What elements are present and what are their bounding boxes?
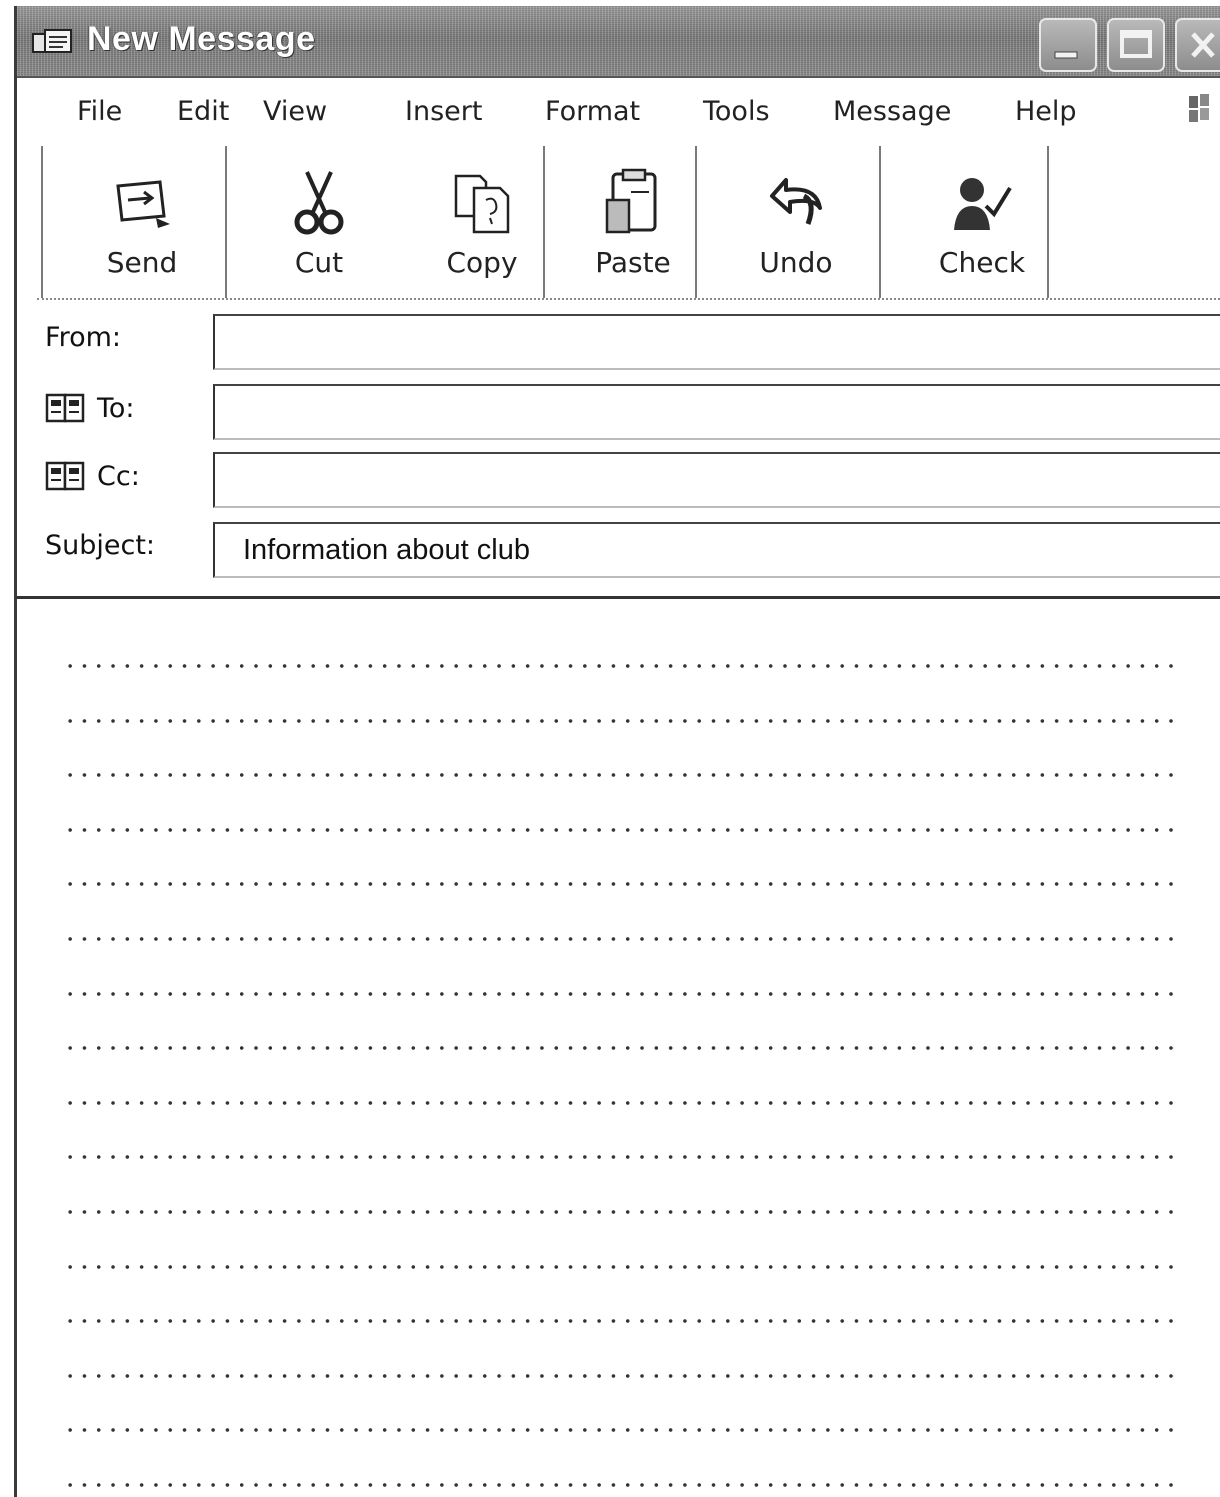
message-window: New Message File Edit View Insert Format… [14, 6, 1220, 1497]
copy-button[interactable]: Copy [407, 136, 557, 298]
dotted-writing-line [63, 1373, 1173, 1378]
paste-icon [605, 168, 657, 234]
undo-icon [770, 178, 822, 225]
cc-row: Cc: [37, 450, 1220, 510]
from-row: From: [37, 312, 1220, 372]
to-row: To: [37, 382, 1220, 442]
menu-format[interactable]: Format [545, 96, 640, 127]
dotted-writing-line [63, 664, 1173, 668]
menu-help[interactable]: Help [1015, 96, 1077, 127]
menu-message[interactable]: Message [833, 96, 951, 127]
from-field[interactable] [213, 314, 1220, 370]
menu-file[interactable]: File [77, 96, 122, 127]
maximize-icon [1120, 30, 1152, 58]
minimize-icon [1054, 51, 1078, 59]
minimize-button[interactable] [1039, 18, 1097, 72]
dotted-writing-line [63, 991, 1173, 996]
toolbar-separator [879, 146, 881, 298]
toolbar-separator [41, 146, 43, 298]
dotted-writing-line [63, 1155, 1173, 1160]
dotted-writing-line [63, 773, 1173, 778]
cc-label: Cc: [97, 460, 140, 492]
cut-label: Cut [294, 246, 344, 279]
toolbar-separator [543, 146, 545, 298]
copy-icon [454, 174, 510, 234]
window-title: New Message [87, 20, 316, 58]
menu-bar: File Edit View Insert Format Tools Messa… [17, 78, 1220, 142]
maximize-button[interactable] [1107, 18, 1165, 72]
to-label: To: [97, 392, 135, 424]
dotted-writing-line [63, 937, 1173, 941]
menu-insert[interactable]: Insert [405, 96, 482, 127]
dotted-writing-line [63, 1210, 1173, 1214]
paste-label: Paste [595, 246, 671, 279]
new-message-icon [32, 29, 72, 53]
dotted-writing-line [63, 1483, 1173, 1487]
send-icon [116, 180, 170, 228]
cc-field[interactable] [213, 452, 1220, 508]
send-label: Send [106, 246, 178, 279]
to-address-book-button[interactable]: To: [45, 392, 135, 424]
subject-row: Subject: Information about club [37, 520, 1220, 580]
toolbar-separator [695, 146, 697, 298]
menu-tools[interactable]: Tools [703, 96, 770, 127]
subject-label: Subject: [45, 530, 156, 561]
close-icon [1191, 32, 1215, 58]
menu-view[interactable]: View [263, 96, 327, 127]
from-label: From: [45, 322, 121, 353]
dotted-writing-line [63, 718, 1173, 723]
close-button[interactable] [1175, 18, 1220, 72]
menu-edit[interactable]: Edit [177, 96, 229, 127]
address-book-icon [45, 461, 85, 491]
check-label: Check [938, 246, 1026, 279]
dotted-writing-line [63, 1319, 1173, 1324]
send-button[interactable]: Send [67, 136, 217, 298]
check-button[interactable]: Check [907, 136, 1057, 298]
subject-field[interactable]: Information about club [213, 522, 1220, 578]
toolbar: Send Cut Copy Paste Undo Check [37, 136, 1220, 300]
header-divider [17, 596, 1220, 599]
paste-button[interactable]: Paste [563, 136, 703, 298]
windows-logo-icon [1189, 94, 1209, 122]
copy-label: Copy [446, 246, 518, 279]
title-bar[interactable]: New Message [17, 6, 1220, 78]
scissors-icon [294, 171, 344, 235]
dotted-writing-line [63, 1046, 1173, 1051]
toolbar-separator [1047, 146, 1049, 298]
undo-button[interactable]: Undo [721, 136, 871, 298]
dotted-writing-line [63, 1100, 1173, 1105]
cc-address-book-button[interactable]: Cc: [45, 460, 140, 492]
undo-label: Undo [759, 246, 833, 279]
to-field[interactable] [213, 384, 1220, 440]
toolbar-separator [225, 146, 227, 298]
dotted-writing-line [63, 1428, 1173, 1433]
dotted-writing-line [63, 882, 1173, 887]
dotted-writing-line [63, 1264, 1173, 1269]
cut-button[interactable]: Cut [249, 136, 389, 298]
dotted-writing-line [63, 827, 1173, 832]
check-names-icon [954, 178, 1012, 230]
address-book-icon [45, 393, 85, 423]
message-body[interactable] [17, 602, 1220, 1497]
